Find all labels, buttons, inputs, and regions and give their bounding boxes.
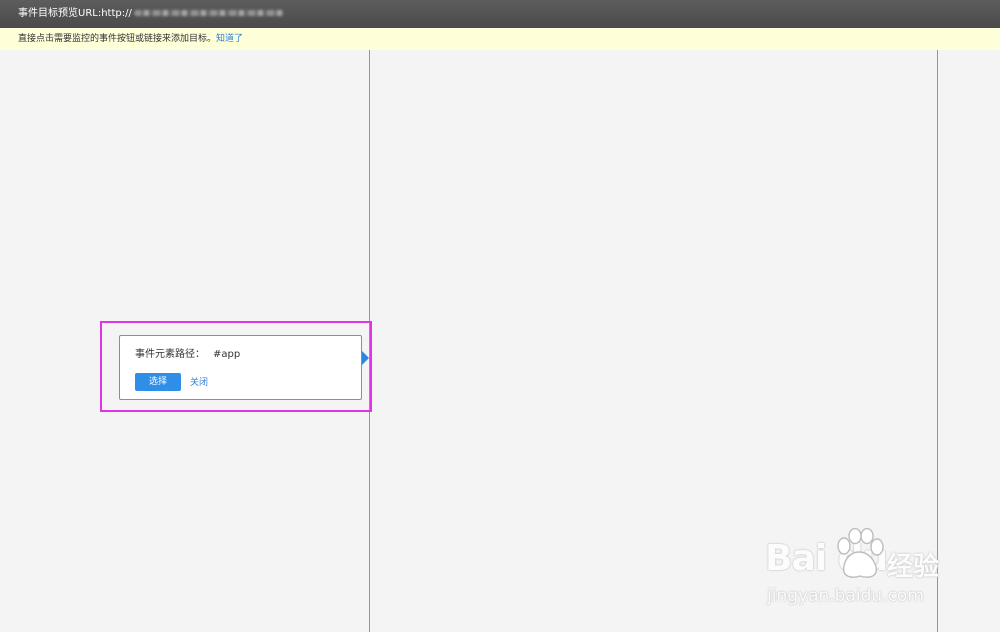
element-path-popup: 事件元素路径： #app 选择 关闭 [119,335,362,400]
hint-bar: 直接点击需要监控的事件按钮或链接来添加目标。知道了 [0,28,1000,50]
preview-url-label: 事件目标预览URL:http:// [18,8,132,19]
preview-url-bar: 事件目标预览URL:http:// [0,0,1000,28]
watermark-url: jingyan.baidu.com [767,586,924,606]
path-row: 事件元素路径： #app [135,345,240,360]
hint-message: 直接点击需要监控的事件按钮或链接来添加目标。 [18,34,217,44]
close-link[interactable]: 关闭 [190,375,208,388]
paw-icon [837,528,884,578]
select-button[interactable]: 选择 [135,373,181,391]
popup-pointer-arrow [362,351,369,365]
path-value: #app [213,349,241,360]
baidu-jingyan-watermark: Bai du 经验 jingyan.baidu.com [765,520,975,615]
watermark-brand-cn: 经验 [887,552,940,582]
got-it-link[interactable]: 知道了 [216,34,243,44]
path-label: 事件元素路径： [135,349,205,360]
blurred-url [133,10,284,16]
